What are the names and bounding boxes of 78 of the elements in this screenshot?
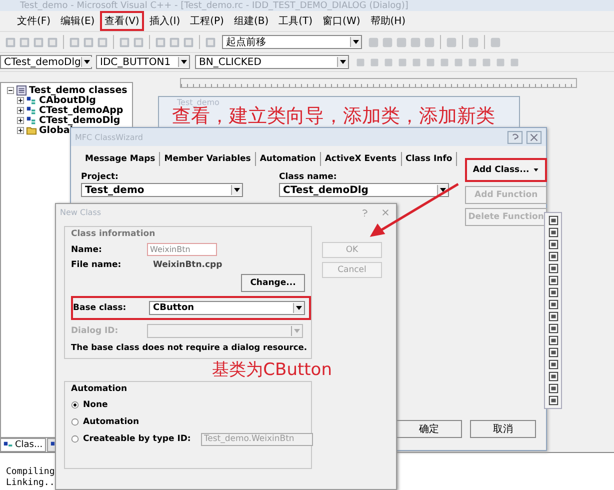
help-icon[interactable] [507, 130, 523, 144]
expand-icon[interactable] [17, 116, 24, 124]
info-text: The base class does not require a dialog resource. [71, 342, 305, 352]
pane-tab[interactable]: Clas... [0, 438, 46, 452]
dialog-title: New Class [60, 208, 102, 216]
dialog-id-combo[interactable] [147, 324, 303, 338]
group-title: Class information [71, 229, 156, 239]
radio-button[interactable] [71, 418, 79, 426]
menu-item[interactable]: 文件(F) [12, 11, 56, 31]
radio-button[interactable] [71, 401, 79, 409]
field-label: Class name: [279, 172, 338, 182]
annotation-text: 基类为CButton [212, 360, 332, 380]
tree-item[interactable]: CTest_demoDlg [39, 114, 120, 126]
output-line: Linking.. [6, 478, 56, 489]
tab[interactable]: Message Maps [81, 152, 160, 166]
field-label: Base class: [73, 303, 128, 313]
help-icon[interactable] [360, 208, 369, 216]
tab[interactable]: ActiveX Events [320, 152, 402, 166]
classes-icon [16, 84, 27, 96]
id-combo[interactable]: IDC_BUTTON1 [96, 55, 190, 69]
class-name-combo[interactable]: CTest_demoDlg [279, 183, 449, 197]
menu-item[interactable]: 编辑(E) [56, 11, 100, 31]
dropdown-icon[interactable] [337, 57, 348, 67]
output-line: Compiling [6, 467, 56, 478]
message-combo[interactable]: BN_CLICKED [195, 55, 349, 69]
cancel-button[interactable]: 取消 [470, 420, 536, 438]
tab[interactable]: Automation [256, 152, 321, 166]
radio-label: None [83, 400, 108, 410]
dropdown-icon[interactable] [178, 57, 189, 67]
close-icon[interactable] [381, 208, 390, 216]
class-combo[interactable]: CTest_demoDlg [0, 55, 92, 69]
class-icon [26, 94, 37, 106]
menu-item[interactable]: 工程(P) [185, 11, 229, 31]
dropdown-icon[interactable] [80, 57, 92, 67]
radio-label: Createable by type ID: [83, 434, 191, 444]
expand-icon[interactable] [17, 126, 24, 134]
menu-item[interactable]: 帮助(H) [365, 11, 411, 31]
collapse-icon[interactable] [7, 86, 14, 94]
change-button[interactable]: Change... [241, 274, 305, 292]
project-combo[interactable]: Test_demo [81, 183, 243, 197]
tree-item[interactable]: CTest_demoApp [39, 104, 124, 116]
tab[interactable]: Class Info [402, 152, 458, 166]
expand-icon[interactable] [17, 96, 24, 104]
base-class-combo[interactable]: CButton [149, 301, 305, 315]
window-title: Test_demo - Microsoft Visual C++ - [Test_demo.rc - IDD_TEST_DEMO_DIALOG (Dialog)] [20, 0, 408, 10]
dialog-title: Test_demo [177, 98, 220, 107]
menu-item[interactable]: 窗口(W) [318, 11, 366, 31]
annotation-text: 查看，建立类向导，添加类，添加新类 [172, 106, 495, 126]
dialog-title: MFC ClassWizard [75, 132, 144, 142]
menu-item[interactable]: 查看(V) [100, 11, 144, 31]
field-label: Name: [71, 244, 103, 254]
class-icon [26, 104, 37, 116]
dropdown-icon[interactable] [231, 185, 242, 195]
expand-icon[interactable] [17, 106, 24, 114]
find-combo[interactable]: 起点前移 [222, 35, 362, 49]
radio-button[interactable] [71, 435, 79, 443]
dropdown-icon[interactable] [350, 37, 361, 47]
field-label: File name: [71, 260, 122, 270]
folder-icon [26, 124, 37, 136]
radio-label: Automation [83, 417, 139, 427]
field-label: Dialog ID: [71, 326, 120, 336]
ok-button[interactable]: 确定 [396, 420, 462, 438]
class-icon [26, 114, 37, 126]
group-title: Automation [71, 384, 127, 394]
file-name: WeixinBtn.cpp [153, 260, 222, 270]
menu-item[interactable]: 工具(T) [274, 11, 318, 31]
menu-item[interactable]: 组建(B) [228, 11, 274, 31]
dropdown-icon[interactable] [293, 303, 304, 313]
menu-item[interactable]: 插入(I) [144, 11, 186, 31]
tree-item[interactable]: CAboutDlg [39, 94, 96, 106]
close-icon[interactable] [526, 130, 542, 144]
field-label: Project: [81, 172, 120, 182]
name-field[interactable]: WeixinBtn [147, 243, 217, 256]
caret-icon [533, 167, 540, 173]
tree-item[interactable]: Test_demo classes [29, 84, 128, 96]
tab[interactable]: Member Variables [160, 152, 256, 166]
wizard-button[interactable]: Add Class... [465, 158, 547, 182]
tab-label: Clas... [15, 440, 43, 450]
